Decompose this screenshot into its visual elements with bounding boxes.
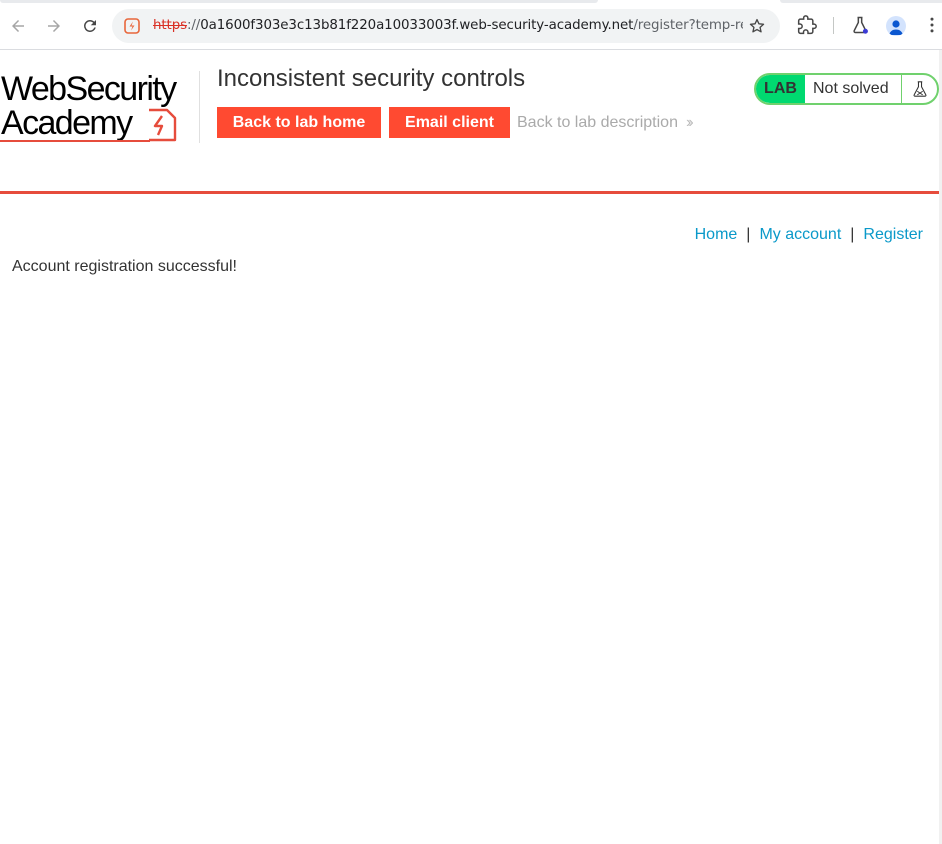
- profile-avatar[interactable]: [886, 16, 906, 36]
- url-path: /register?temp-reg…: [633, 18, 743, 33]
- nav-my-account-link[interactable]: My account: [759, 226, 841, 243]
- url-separator: ://: [186, 18, 201, 33]
- url-text[interactable]: https://0a1600f303e3c13b81f220a10033003f…: [153, 18, 743, 33]
- bookmark-star-icon[interactable]: [748, 17, 766, 35]
- logo-underline: [0, 140, 150, 142]
- double-chevron-right-icon: ››: [685, 114, 693, 131]
- kebab-menu-icon[interactable]: [922, 15, 942, 35]
- tab-active-edge[interactable]: [0, 0, 598, 3]
- forward-button[interactable]: [41, 13, 67, 39]
- site-top-nav: Home | My account | Register: [695, 226, 923, 244]
- reload-icon: [84, 19, 96, 32]
- page: WebSecurity Academy Inconsistent securit…: [0, 51, 939, 844]
- back-button[interactable]: [5, 13, 31, 39]
- lab-state-label: Not solved: [813, 80, 889, 97]
- toolbar-divider: [833, 17, 834, 34]
- lab-title: Inconsistent security controls: [217, 65, 526, 92]
- person-icon: [889, 20, 903, 35]
- tab-strip: [0, 0, 942, 4]
- registration-success-message: Account registration successful!: [12, 258, 237, 275]
- url-host: 0a1600f303e3c13b81f220a10033003f.web-sec…: [200, 18, 634, 33]
- lightning-bolt-icon: [149, 108, 177, 142]
- labs-flask-icon[interactable]: [850, 15, 870, 35]
- back-to-lab-description-link[interactable]: Back to lab description ››: [517, 114, 693, 132]
- tab-other-edge[interactable]: [780, 0, 942, 3]
- arrow-left-icon: [12, 20, 24, 32]
- flask-icon: [913, 81, 926, 97]
- nav-register-link[interactable]: Register: [863, 226, 923, 243]
- nav-home-link[interactable]: Home: [695, 226, 738, 243]
- arrow-right-icon: [48, 20, 60, 32]
- site-warning-icon[interactable]: [123, 17, 141, 35]
- academy-lab-header: WebSecurity Academy Inconsistent securit…: [0, 51, 939, 194]
- lab-status-widget: LAB Not solved: [754, 73, 939, 105]
- lab-flask-button[interactable]: [901, 75, 937, 103]
- reload-button[interactable]: [77, 13, 103, 39]
- url-scheme: https: [153, 18, 187, 33]
- logo-text-line2: Academy: [1, 104, 133, 142]
- nav-separator: |: [746, 226, 751, 243]
- extensions-puzzle-icon[interactable]: [797, 15, 817, 35]
- back-to-lab-description-label: Back to lab description: [517, 114, 678, 131]
- logo-text-line1: WebSecurity: [1, 70, 177, 108]
- nav-separator: |: [850, 226, 855, 243]
- web-security-academy-logo[interactable]: WebSecurity Academy: [0, 71, 200, 143]
- lab-badge: LAB: [756, 75, 805, 103]
- back-to-lab-home-button[interactable]: Back to lab home: [217, 107, 381, 138]
- browser-toolbar: https://0a1600f303e3c13b81f220a10033003f…: [0, 0, 942, 50]
- email-client-button[interactable]: Email client: [389, 107, 510, 138]
- address-bar[interactable]: https://0a1600f303e3c13b81f220a10033003f…: [112, 9, 780, 43]
